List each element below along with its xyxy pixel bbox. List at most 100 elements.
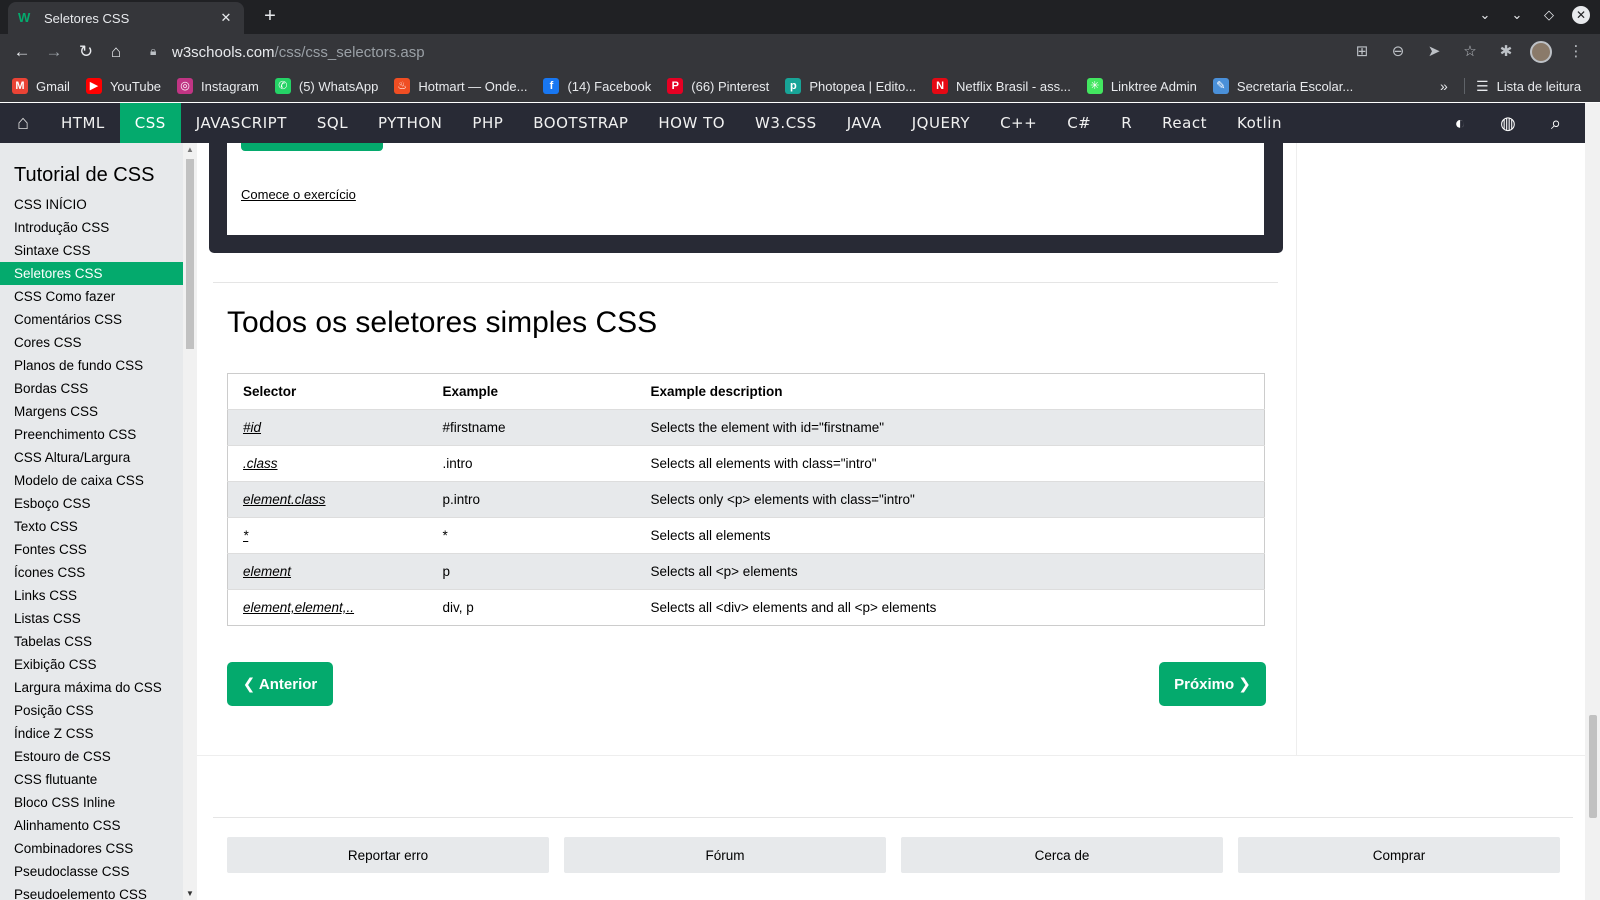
sidebar-item[interactable]: Ícones CSS [0,561,183,584]
sidebar-item[interactable]: Sintaxe CSS [0,239,183,262]
selector-link[interactable]: element,element,.. [227,589,428,626]
nav-item-w3-css[interactable]: W3.CSS [740,103,832,143]
sidebar-item[interactable]: Pseudoclasse CSS [0,860,183,883]
reading-list-button[interactable]: ☰ Lista de leitura [1476,78,1581,95]
bookmark-item[interactable]: N Netflix Brasil - ass... [932,78,1071,94]
profile-avatar[interactable] [1530,41,1552,63]
sidebar-scroll-thumb[interactable] [186,159,194,349]
nav-item-java[interactable]: JAVA [832,103,897,143]
about-button[interactable]: Cerca de [901,837,1223,873]
nav-item-css[interactable]: CSS [119,103,181,143]
sidebar-item[interactable]: Estouro de CSS [0,745,183,768]
sidebar-item[interactable]: Texto CSS [0,515,183,538]
extensions-icon[interactable]: ✱ [1494,40,1518,64]
sidebar-item[interactable]: Introdução CSS [0,216,183,239]
close-tab-icon[interactable]: ✕ [218,10,234,26]
bookmark-item[interactable]: ▶ YouTube [85,78,161,94]
back-arrow-icon[interactable]: ← [10,40,34,64]
selector-link[interactable]: element [227,553,428,590]
nav-item-c-[interactable]: C# [1052,103,1106,143]
selector-link[interactable]: #id [227,409,428,446]
page-scrollbar[interactable] [1585,103,1600,900]
nav-item-r[interactable]: R [1106,103,1147,143]
nav-item-how-to[interactable]: HOW TO [643,103,740,143]
sidebar-item[interactable]: Exibição CSS [0,653,183,676]
search-icon[interactable]: ⌕ [1546,113,1566,134]
shop-button[interactable]: Comprar [1238,837,1560,873]
sidebar-item[interactable]: Planos de fundo CSS [0,354,183,377]
scroll-up-icon[interactable]: ▲ [186,145,194,154]
forum-button[interactable]: Fórum [564,837,886,873]
sidebar-item[interactable]: Fontes CSS [0,538,183,561]
sidebar-item[interactable]: Alinhamento CSS [0,814,183,837]
bookmark-item[interactable]: ✳ Linktree Admin [1086,78,1197,94]
sidebar-item[interactable]: Listas CSS [0,607,183,630]
menu-dots-icon[interactable]: ⋮ [1564,40,1588,64]
previous-button[interactable]: ❮ Anterior [227,662,333,706]
nav-item-php[interactable]: PHP [457,103,518,143]
sidebar-item[interactable]: Cores CSS [0,331,183,354]
window-close-icon[interactable]: ✕ [1572,6,1590,24]
sidebar-item[interactable]: Combinadores CSS [0,837,183,860]
sidebar-item[interactable]: Pseudoelemento CSS [0,883,183,900]
bookmark-item[interactable]: ✎ Secretaria Escolar... [1212,78,1353,94]
sidebar-scrollbar[interactable]: ▲ ▼ [183,143,197,900]
sidebar-item[interactable]: Posição CSS [0,699,183,722]
translate-icon[interactable]: ⊞ [1350,40,1374,64]
nav-item-c-[interactable]: C++ [985,103,1052,143]
bookmark-item[interactable]: P (66) Pinterest [667,78,769,94]
bookmark-star-icon[interactable]: ☆ [1458,40,1482,64]
next-button[interactable]: Próximo ❯ [1159,662,1266,706]
address-bar[interactable]: 🔒︎ w3schools.com/css/css_selectors.asp [140,37,1338,67]
send-icon[interactable]: ➤ [1422,40,1446,64]
sidebar-item[interactable]: Tabelas CSS [0,630,183,653]
selector-link[interactable]: * [227,517,428,554]
sidebar-item[interactable]: CSS Altura/Largura [0,446,183,469]
bookmark-item[interactable]: ♨ Hotmart — Onde... [394,78,527,94]
sidebar-item[interactable]: Bloco CSS Inline [0,791,183,814]
sidebar-item[interactable]: Bordas CSS [0,377,183,400]
selector-link[interactable]: .class [227,445,428,482]
sidebar-item[interactable]: Seletores CSS [0,262,183,285]
bookmark-item[interactable]: p Photopea | Edito... [785,78,916,94]
forward-arrow-icon[interactable]: → [42,40,66,64]
tab-search-icon[interactable]: ⌄ [1476,7,1494,23]
sidebar-item[interactable]: CSS flutuante [0,768,183,791]
selector-link[interactable]: element.class [227,481,428,518]
minimize-icon[interactable]: ⌄ [1508,7,1526,23]
nav-item-kotlin[interactable]: Kotlin [1222,103,1297,143]
more-bookmarks-icon[interactable]: » [1440,78,1448,94]
sidebar-item[interactable]: Largura máxima do CSS [0,676,183,699]
sidebar-item[interactable]: Margens CSS [0,400,183,423]
page-scroll-thumb[interactable] [1589,715,1597,818]
bookmark-item[interactable]: ◎ Instagram [177,78,259,94]
sidebar-item[interactable]: Índice Z CSS [0,722,183,745]
browser-tab[interactable]: W Seletores CSS ✕ [8,2,244,34]
reload-icon[interactable]: ↻ [74,40,98,64]
new-tab-button[interactable]: + [258,4,282,28]
sidebar-item[interactable]: CSS Como fazer [0,285,183,308]
globe-icon[interactable]: ◍ [1498,113,1518,134]
zoom-icon[interactable]: ⊖ [1386,40,1410,64]
report-error-button[interactable]: Reportar erro [227,837,549,873]
start-exercise-link[interactable]: Comece o exercício [241,187,356,202]
sidebar-item[interactable]: CSS INÍCIO [0,193,183,216]
maximize-icon[interactable]: ◇ [1540,7,1558,23]
nav-item-html[interactable]: HTML [46,103,120,143]
bookmark-item[interactable]: M Gmail [12,78,70,94]
home-icon[interactable]: ⌂ [0,103,46,143]
nav-item-javascript[interactable]: JAVASCRIPT [181,103,302,143]
sidebar-item[interactable]: Links CSS [0,584,183,607]
exercise-button[interactable] [241,143,383,151]
sidebar-item[interactable]: Preenchimento CSS [0,423,183,446]
nav-item-jquery[interactable]: JQUERY [897,103,985,143]
sidebar-item[interactable]: Esboço CSS [0,492,183,515]
nav-item-python[interactable]: PYTHON [363,103,457,143]
home-icon[interactable]: ⌂ [104,40,128,64]
nav-item-sql[interactable]: SQL [302,103,363,143]
theme-toggle-icon[interactable]: ◐ [1450,113,1470,134]
nav-item-react[interactable]: React [1147,103,1222,143]
bookmark-item[interactable]: f (14) Facebook [543,78,651,94]
scroll-down-icon[interactable]: ▼ [186,889,194,898]
sidebar-item[interactable]: Modelo de caixa CSS [0,469,183,492]
